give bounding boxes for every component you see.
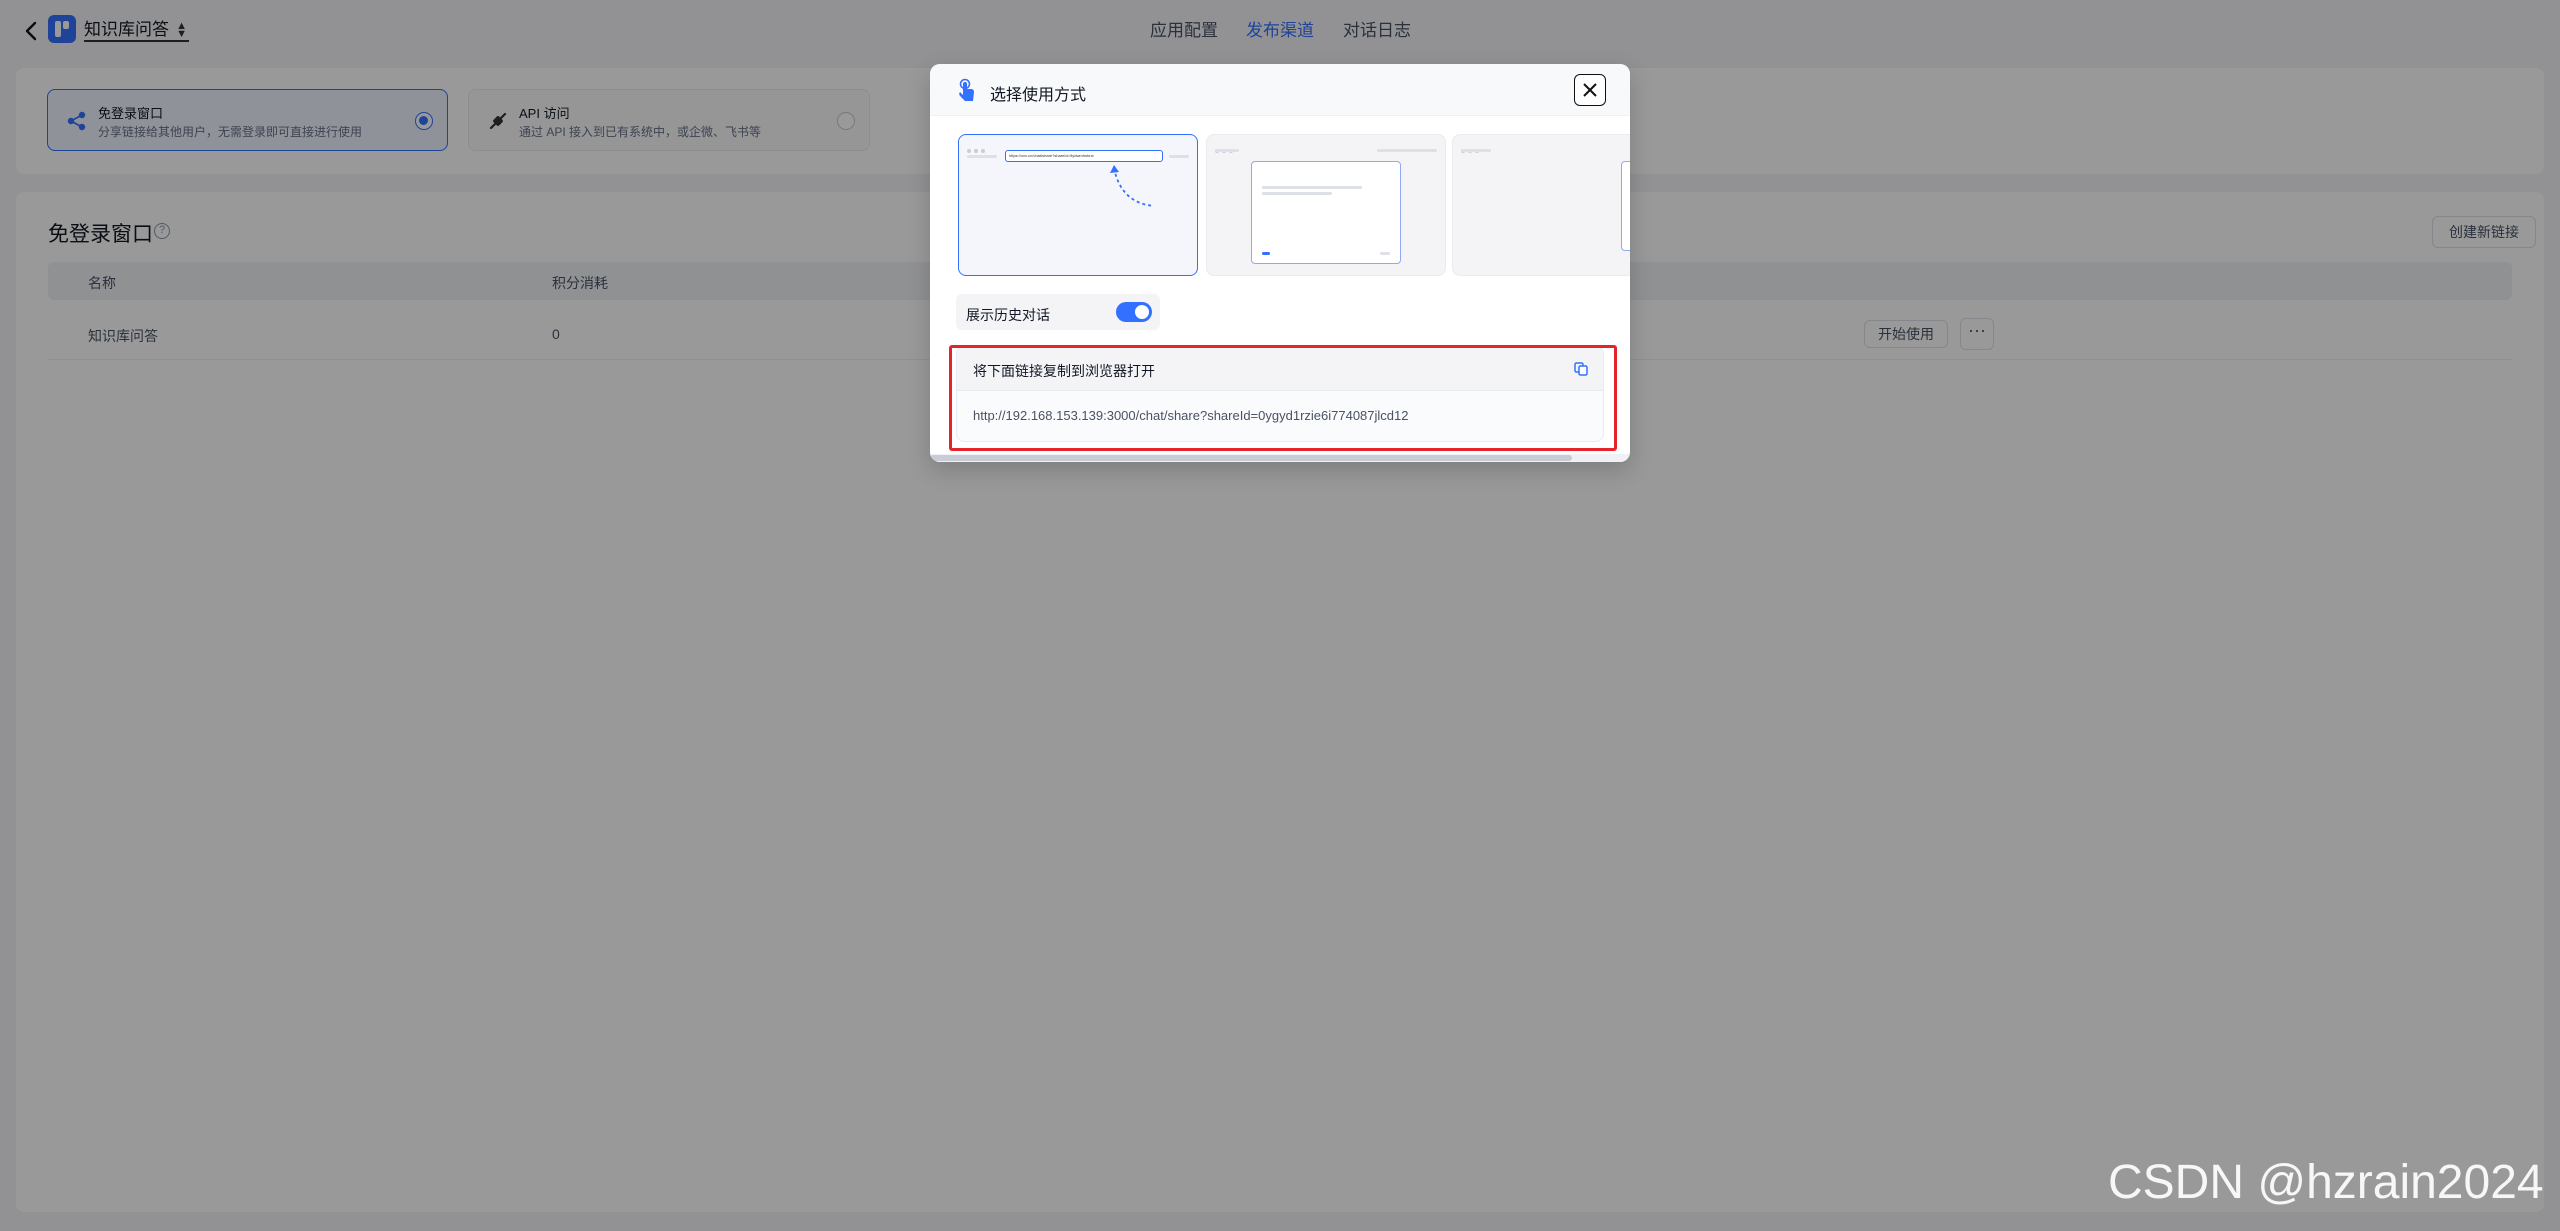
- preview-bar: [1262, 186, 1362, 189]
- preview-bar: [1377, 149, 1437, 152]
- preview-bar: [967, 155, 997, 158]
- modal-header: 选择使用方式: [930, 64, 1630, 116]
- preview-url-box: https://xxx.cn/chat/share?shareId=9ydwmh…: [1005, 150, 1163, 162]
- horizontal-scrollbar[interactable]: [930, 454, 1630, 462]
- pointer-hand-icon: [959, 78, 974, 101]
- mode-option-iframe-window[interactable]: [1206, 134, 1446, 276]
- close-icon: [1583, 83, 1597, 97]
- preview-bar: [1215, 149, 1239, 152]
- preview-bar: [1262, 252, 1270, 255]
- watermark: CSDN @hzrain2024: [2108, 1156, 2544, 1209]
- mode-option-script[interactable]: [1452, 134, 1630, 276]
- preview-side-window: [1621, 161, 1630, 251]
- preview-bar: [1169, 155, 1189, 158]
- close-button[interactable]: [1574, 74, 1606, 106]
- preview-bar: [1380, 252, 1390, 255]
- history-toggle-row: 展示历史对话: [956, 294, 1160, 330]
- red-highlight-box: [949, 345, 1617, 451]
- preview-chat-window: [1251, 161, 1401, 264]
- mode-option-browser-link[interactable]: https://xxx.cn/chat/share?shareId=9ydwmh…: [958, 134, 1198, 276]
- modal-title: 选择使用方式: [990, 87, 1087, 104]
- preview-bar: [1262, 192, 1332, 195]
- preview-bar: [1461, 149, 1491, 152]
- dashed-arrow-icon: [1110, 165, 1155, 207]
- history-toggle-switch[interactable]: [1116, 302, 1152, 322]
- toggle-label: 展示历史对话: [966, 307, 1050, 323]
- scrollbar-thumb[interactable]: [930, 455, 1572, 461]
